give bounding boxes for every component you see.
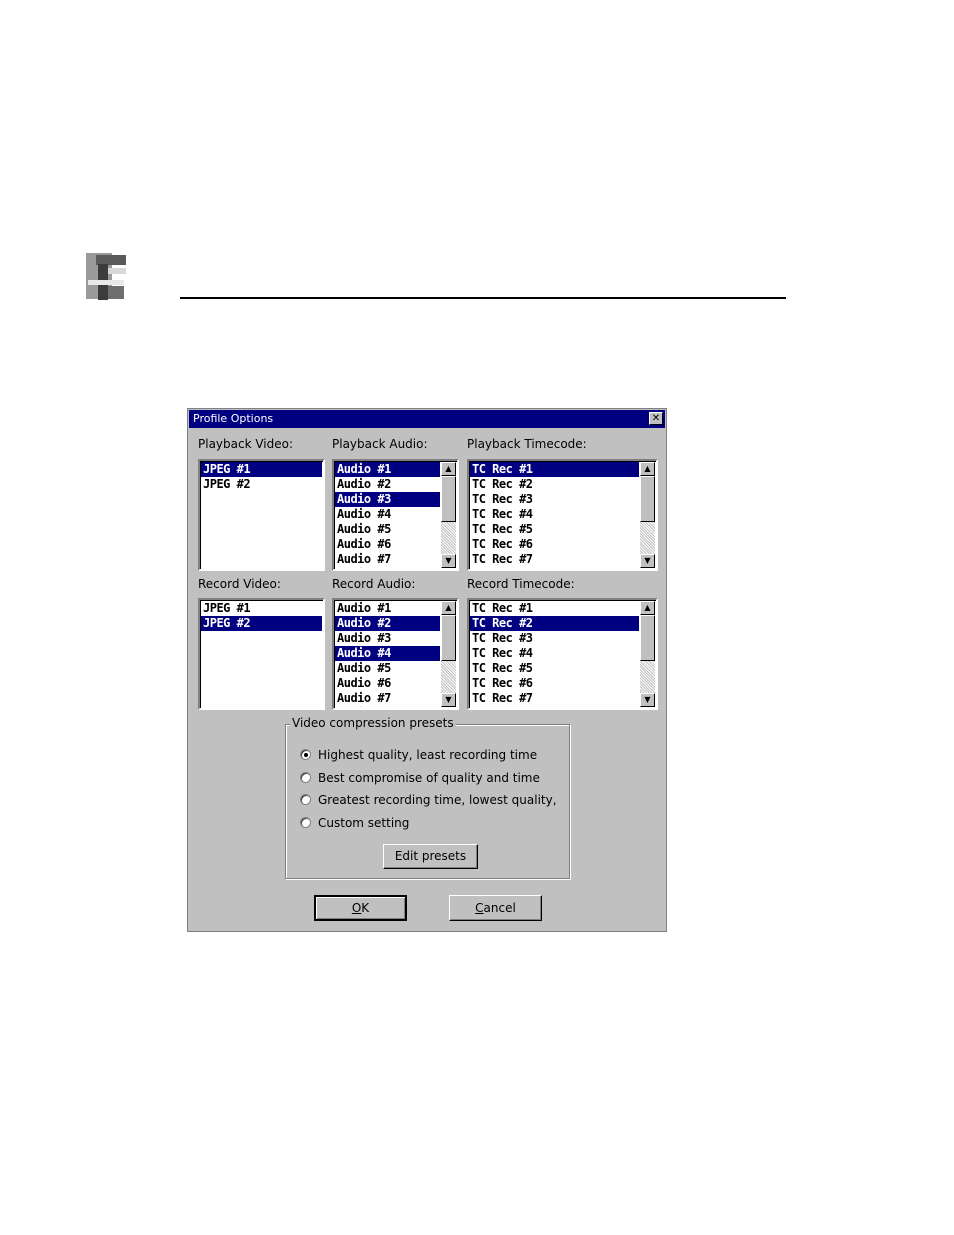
- list-item[interactable]: Audio #6: [335, 537, 440, 552]
- list-item[interactable]: TC Rec #1: [470, 601, 639, 616]
- cancel-button[interactable]: Cancel: [449, 895, 542, 921]
- list-item[interactable]: TC Rec #5: [470, 661, 639, 676]
- presets-group-title: Video compression presets: [290, 716, 456, 730]
- close-button[interactable]: ✕: [649, 412, 663, 425]
- list-item[interactable]: JPEG #2: [201, 616, 322, 631]
- list-item[interactable]: TC Rec #6: [470, 537, 639, 552]
- preset-option-label: Highest quality, least recording time: [318, 748, 538, 762]
- record-timecode-label: Record Timecode:: [467, 577, 575, 591]
- scrollbar-thumb[interactable]: [640, 476, 655, 522]
- company-logo: [84, 250, 128, 302]
- vertical-scrollbar[interactable]: ▲ ▼: [441, 462, 456, 568]
- scrollbar-thumb[interactable]: [640, 615, 655, 661]
- list-item[interactable]: TC Rec #8: [470, 706, 639, 707]
- list-item[interactable]: Audio #8: [335, 567, 440, 568]
- list-item[interactable]: Audio #2: [335, 616, 440, 631]
- list-item[interactable]: TC Rec #4: [470, 646, 639, 661]
- arrow-down-icon: ▼: [445, 556, 452, 565]
- dialog-title: Profile Options: [193, 412, 274, 425]
- list-item[interactable]: JPEG #2: [201, 477, 322, 492]
- scroll-up-button[interactable]: ▲: [640, 462, 655, 476]
- list-item[interactable]: TC Rec #4: [470, 507, 639, 522]
- header-rule: [180, 297, 786, 299]
- list-item[interactable]: TC Rec #2: [470, 477, 639, 492]
- arrow-up-icon: ▲: [445, 603, 452, 612]
- list-item[interactable]: Audio #3: [335, 492, 440, 507]
- list-item[interactable]: JPEG #1: [201, 601, 322, 616]
- title-bar[interactable]: Profile Options ✕: [189, 410, 665, 428]
- list-item[interactable]: TC Rec #8: [470, 567, 639, 568]
- record-video-list[interactable]: JPEG #1 JPEG #2: [198, 598, 325, 710]
- radio-button[interactable]: [300, 772, 311, 783]
- playback-video-label: Playback Video:: [198, 437, 294, 451]
- list-item[interactable]: Audio #5: [335, 522, 440, 537]
- list-item[interactable]: TC Rec #6: [470, 676, 639, 691]
- scroll-up-button[interactable]: ▲: [441, 462, 456, 476]
- preset-option-label: Custom setting: [318, 816, 410, 830]
- profile-options-dialog: Profile Options ✕ Playback Video: Playba…: [187, 408, 667, 932]
- scroll-up-button[interactable]: ▲: [640, 601, 655, 615]
- radio-button[interactable]: [300, 817, 311, 828]
- scrollbar-thumb[interactable]: [441, 615, 456, 661]
- list-item[interactable]: Audio #8: [335, 706, 440, 707]
- list-item[interactable]: TC Rec #5: [470, 522, 639, 537]
- arrow-up-icon: ▲: [644, 464, 651, 473]
- record-video-label: Record Video:: [198, 577, 281, 591]
- preset-option-label: Greatest recording time, lowest quality,: [318, 793, 557, 807]
- arrow-down-icon: ▼: [445, 695, 452, 704]
- scroll-up-button[interactable]: ▲: [441, 601, 456, 615]
- scroll-down-button[interactable]: ▼: [441, 554, 456, 568]
- list-item[interactable]: Audio #3: [335, 631, 440, 646]
- list-item[interactable]: TC Rec #1: [470, 462, 639, 477]
- video-compression-presets-group: Video compression presets Highest qualit…: [285, 716, 570, 879]
- cancel-label-rest: ancel: [483, 901, 516, 915]
- arrow-up-icon: ▲: [445, 464, 452, 473]
- record-audio-label: Record Audio:: [332, 577, 416, 591]
- vertical-scrollbar[interactable]: ▲ ▼: [441, 601, 456, 707]
- arrow-down-icon: ▼: [644, 695, 651, 704]
- playback-timecode-list[interactable]: TC Rec #1 TC Rec #2 TC Rec #3 TC Rec #4 TC R…: [467, 459, 658, 571]
- cancel-mnemonic: C: [475, 901, 484, 915]
- list-item[interactable]: JPEG #1: [201, 462, 322, 477]
- vertical-scrollbar[interactable]: ▲ ▼: [640, 462, 655, 568]
- list-item[interactable]: Audio #5: [335, 661, 440, 676]
- playback-audio-list[interactable]: Audio #1 Audio #2 Audio #3 Audio #4 Audio #5…: [332, 459, 459, 571]
- ok-label-rest: K: [361, 901, 370, 915]
- list-item[interactable]: TC Rec #2: [470, 616, 639, 631]
- list-item[interactable]: TC Rec #7: [470, 552, 639, 567]
- arrow-up-icon: ▲: [644, 603, 651, 612]
- scroll-down-button[interactable]: ▼: [640, 693, 655, 707]
- list-item[interactable]: Audio #2: [335, 477, 440, 492]
- scroll-down-button[interactable]: ▼: [640, 554, 655, 568]
- playback-timecode-label: Playback Timecode:: [467, 437, 587, 451]
- vertical-scrollbar[interactable]: ▲ ▼: [640, 601, 655, 707]
- scrollbar-thumb[interactable]: [441, 476, 456, 522]
- playback-audio-label: Playback Audio:: [332, 437, 428, 451]
- ok-mnemonic: O: [351, 901, 362, 915]
- close-icon: ✕: [651, 413, 661, 424]
- list-item[interactable]: Audio #6: [335, 676, 440, 691]
- edit-presets-button[interactable]: Edit presets: [383, 844, 478, 869]
- list-item[interactable]: Audio #7: [335, 552, 440, 567]
- preset-option-label: Best compromise of quality and time: [318, 771, 540, 785]
- list-item[interactable]: TC Rec #7: [470, 691, 639, 706]
- edit-presets-label: Edit presets: [394, 849, 467, 863]
- arrow-down-icon: ▼: [644, 556, 651, 565]
- radio-button[interactable]: [300, 749, 311, 760]
- radio-button[interactable]: [300, 794, 311, 805]
- scroll-down-button[interactable]: ▼: [441, 693, 456, 707]
- radio-checked-dot: [304, 753, 308, 757]
- record-timecode-list[interactable]: TC Rec #1 TC Rec #2 TC Rec #3 TC Rec #4 TC R…: [467, 598, 658, 710]
- playback-video-list[interactable]: JPEG #1 JPEG #2: [198, 459, 325, 571]
- list-item[interactable]: Audio #4: [335, 646, 440, 661]
- ok-button[interactable]: OK: [314, 895, 407, 921]
- record-audio-list[interactable]: Audio #1 Audio #2 Audio #3 Audio #4 Audio #5…: [332, 598, 459, 710]
- list-item[interactable]: Audio #4: [335, 507, 440, 522]
- list-item[interactable]: Audio #1: [335, 462, 440, 477]
- list-item[interactable]: Audio #1: [335, 601, 440, 616]
- list-item[interactable]: TC Rec #3: [470, 631, 639, 646]
- list-item[interactable]: TC Rec #3: [470, 492, 639, 507]
- list-item[interactable]: Audio #7: [335, 691, 440, 706]
